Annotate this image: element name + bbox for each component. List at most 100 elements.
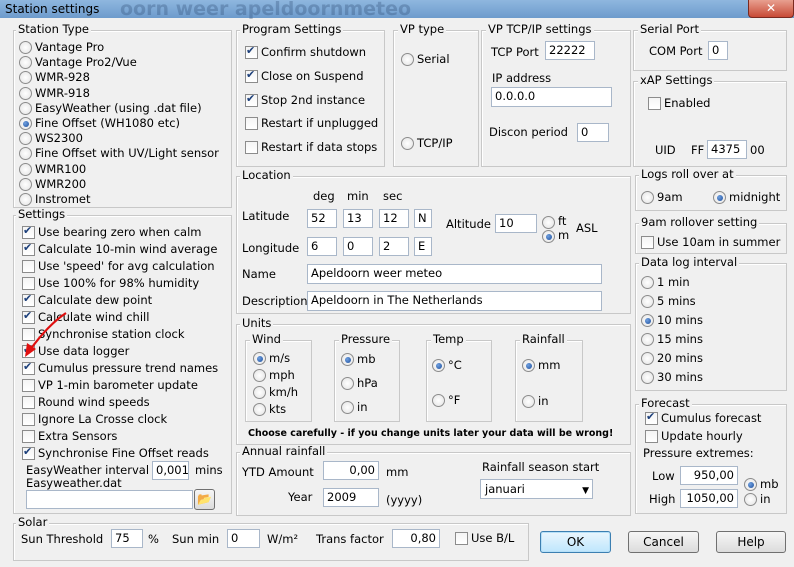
station-wmr200-radio[interactable] bbox=[19, 177, 32, 191]
rainfall-mm-radio[interactable] bbox=[522, 359, 535, 372]
min-header: min bbox=[347, 189, 369, 203]
description-input[interactable]: Apeldoorn in The Netherlands bbox=[307, 291, 602, 311]
station-fine-offset-wh1080-etc-radio[interactable] bbox=[19, 117, 32, 130]
log-interval-20-mins-radio[interactable] bbox=[641, 352, 654, 365]
vp-serial-radio[interactable] bbox=[401, 53, 414, 66]
log-interval-20-mins-label: 20 mins bbox=[657, 351, 703, 365]
location-title: Location bbox=[240, 168, 293, 182]
altitude-ft-radio[interactable] bbox=[542, 216, 555, 229]
setting-calculate-10-min-wind-average-checkbox[interactable] bbox=[22, 241, 35, 256]
latitude-min-input[interactable]: 13 bbox=[343, 209, 373, 228]
ip-address-input[interactable]: 0.0.0.0 bbox=[491, 87, 612, 107]
setting-synchronise-fine-offset-reads-checkbox[interactable] bbox=[22, 445, 35, 460]
rollover-midnight-radio[interactable] bbox=[713, 191, 726, 204]
station-easyweather-using-dat-file-radio[interactable] bbox=[19, 101, 32, 115]
temp-f-radio[interactable] bbox=[432, 394, 445, 407]
log-interval-10-mins-radio[interactable] bbox=[641, 314, 654, 327]
extremes-mb-radio[interactable] bbox=[744, 478, 757, 491]
uid-input[interactable]: 4375 bbox=[707, 140, 747, 159]
trans-factor-input[interactable]: 0,80 bbox=[392, 529, 440, 548]
setting-cumulus-pressure-trend-names-label: Cumulus pressure trend names bbox=[38, 361, 219, 375]
uid-label: UID bbox=[655, 143, 676, 157]
temp-c-radio[interactable] bbox=[432, 359, 445, 372]
cumulus-forecast-checkbox[interactable] bbox=[645, 410, 658, 425]
program-restart-if-unplugged-checkbox[interactable] bbox=[245, 117, 258, 131]
ytd-amount-input[interactable]: 0,00 bbox=[323, 461, 379, 480]
program-close-on-suspend-checkbox[interactable] bbox=[245, 68, 258, 83]
station-wmr-918-radio[interactable] bbox=[19, 86, 32, 100]
station-wmr100-radio[interactable] bbox=[19, 162, 32, 176]
program-restart-if-data-stops-checkbox[interactable] bbox=[245, 141, 258, 155]
vp-tcpip-radio[interactable] bbox=[401, 137, 414, 150]
setting-ignore-la-crosse-clock-checkbox[interactable] bbox=[22, 413, 35, 426]
longitude-sec-input[interactable]: 2 bbox=[379, 237, 409, 256]
program-stop-2nd-instance-checkbox[interactable] bbox=[245, 92, 258, 107]
pressure-mb-radio[interactable] bbox=[341, 353, 354, 366]
log-interval-15-mins-radio[interactable] bbox=[641, 333, 654, 346]
setting-use-bearing-zero-when-calm-checkbox[interactable] bbox=[22, 224, 35, 239]
setting-calculate-10-min-wind-average-label: Calculate 10-min wind average bbox=[38, 242, 218, 256]
sun-min-input[interactable]: 0 bbox=[227, 529, 260, 548]
asl-label: ASL bbox=[576, 221, 598, 235]
ok-button[interactable]: OK bbox=[540, 531, 611, 553]
easyweather-file-input[interactable] bbox=[26, 490, 193, 509]
latitude-sec-input[interactable]: 12 bbox=[379, 209, 409, 228]
longitude-deg-input[interactable]: 6 bbox=[307, 237, 337, 256]
latitude-deg-input[interactable]: 52 bbox=[307, 209, 337, 228]
wind-m-s-radio[interactable] bbox=[253, 352, 266, 365]
altitude-input[interactable]: 10 bbox=[495, 214, 537, 233]
use-10am-checkbox[interactable] bbox=[641, 236, 654, 249]
extremes-in-radio[interactable] bbox=[744, 493, 757, 506]
pressure-high-input[interactable]: 1050,00 bbox=[680, 489, 738, 508]
setting-use-speed-for-avg-calculation-checkbox[interactable] bbox=[22, 260, 35, 273]
update-hourly-checkbox[interactable] bbox=[645, 430, 658, 443]
setting-vp-1-min-barometer-update-checkbox[interactable] bbox=[22, 379, 35, 392]
help-button[interactable]: Help bbox=[716, 531, 786, 553]
altitude-m-radio[interactable] bbox=[542, 230, 555, 243]
setting-use-100-for-98-humidity-checkbox[interactable] bbox=[22, 277, 35, 290]
setting-synchronise-station-clock-checkbox[interactable] bbox=[22, 328, 35, 341]
station-vantage-pro-label: Vantage Pro bbox=[35, 40, 105, 54]
folder-icon: 📂 bbox=[197, 492, 212, 506]
discon-period-input[interactable]: 0 bbox=[577, 123, 609, 142]
wind-kts-radio[interactable] bbox=[253, 403, 266, 416]
year-input[interactable]: 2009 bbox=[323, 488, 379, 507]
setting-calculate-wind-chill-checkbox[interactable] bbox=[22, 309, 35, 324]
setting-calculate-dew-point-checkbox[interactable] bbox=[22, 292, 35, 307]
log-interval-5-mins-label: 5 mins bbox=[657, 294, 696, 308]
log-interval-30-mins-radio[interactable] bbox=[641, 371, 654, 384]
use-bl-checkbox[interactable] bbox=[455, 532, 468, 545]
latitude-hemisphere-input[interactable]: N bbox=[414, 209, 432, 228]
com-port-input[interactable]: 0 bbox=[708, 41, 728, 60]
background-window-title: oorn weer apeldoornmeteo bbox=[120, 0, 412, 20]
setting-extra-sensors-checkbox[interactable] bbox=[22, 430, 35, 443]
cancel-button[interactable]: Cancel bbox=[628, 531, 699, 553]
station-name-input[interactable]: Apeldoorn weer meteo bbox=[307, 264, 602, 284]
rainfall-season-select[interactable]: januari ▼ bbox=[480, 479, 593, 499]
log-interval-1-min-radio[interactable] bbox=[641, 276, 654, 289]
station-vantage-pro2-vue-label: Vantage Pro2/Vue bbox=[35, 55, 137, 70]
pressure-low-input[interactable]: 950,00 bbox=[680, 466, 738, 485]
wind-mph-radio[interactable] bbox=[253, 369, 266, 382]
pressure-hpa-radio[interactable] bbox=[341, 377, 354, 390]
log-interval-5-mins-radio[interactable] bbox=[641, 295, 654, 308]
station-instromet-radio[interactable] bbox=[19, 193, 32, 206]
rollover-9am-radio[interactable] bbox=[641, 191, 654, 204]
longitude-hemisphere-input[interactable]: E bbox=[414, 237, 432, 256]
xap-enabled-checkbox[interactable] bbox=[648, 97, 661, 110]
longitude-min-input[interactable]: 0 bbox=[343, 237, 373, 256]
station-wmr-918-label: WMR-918 bbox=[35, 85, 90, 100]
setting-round-wind-speeds-checkbox[interactable] bbox=[22, 396, 35, 409]
program-confirm-shutdown-checkbox[interactable] bbox=[245, 44, 258, 59]
rainfall-in-radio[interactable] bbox=[522, 395, 535, 408]
setting-cumulus-pressure-trend-names-checkbox[interactable] bbox=[22, 360, 35, 375]
sun-threshold-input[interactable]: 75 bbox=[111, 529, 143, 548]
close-button[interactable]: ✕ bbox=[748, 0, 794, 18]
tcp-port-input[interactable]: 22222 bbox=[545, 41, 595, 60]
browse-button[interactable]: 📂 bbox=[194, 489, 215, 510]
pressure-in-radio[interactable] bbox=[341, 401, 354, 414]
station-vantage-pro-radio[interactable] bbox=[19, 41, 32, 54]
window-title: Station settings bbox=[5, 2, 100, 16]
easyweather-interval-input[interactable]: 0,001 bbox=[152, 461, 189, 480]
wind-km-h-radio[interactable] bbox=[253, 386, 266, 399]
